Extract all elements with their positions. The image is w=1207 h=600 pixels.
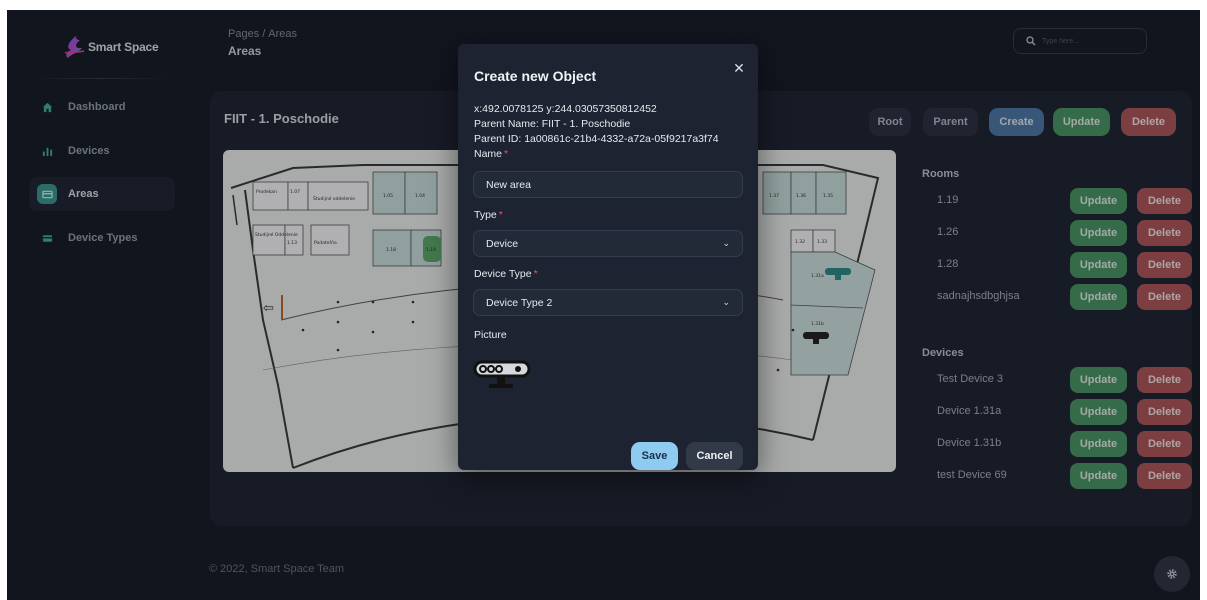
device-type-label: Device Type *: [474, 268, 538, 280]
name-label-text: Name: [474, 148, 503, 160]
device-type-select[interactable]: Device Type 2 ⌄: [473, 289, 743, 316]
device-type-label-text: Device Type: [474, 268, 532, 280]
close-icon[interactable]: ✕: [731, 60, 747, 76]
name-label: Name *: [474, 148, 508, 160]
name-input[interactable]: New area: [473, 171, 743, 198]
required-mark: *: [504, 148, 509, 160]
coordinates-text: x:492.0078125 y:244.03057350812452: [474, 103, 657, 115]
type-label-text: Type: [474, 209, 497, 221]
cancel-button[interactable]: Cancel: [686, 442, 743, 470]
device-type-select-value: Device Type 2: [486, 296, 553, 309]
chevron-down-icon: ⌄: [722, 297, 730, 307]
save-button[interactable]: Save: [631, 442, 678, 470]
dialog-title: Create new Object: [474, 68, 597, 84]
parent-name-text: Parent Name: FIIT - 1. Poschodie: [474, 118, 631, 130]
create-object-dialog: Create new Object ✕ x:492.0078125 y:244.…: [458, 44, 758, 470]
required-mark: *: [498, 209, 503, 221]
app-window: Smart Space Dashboard Devices Areas Devi…: [7, 10, 1200, 600]
type-label: Type *: [474, 209, 503, 221]
chevron-down-icon: ⌄: [722, 238, 730, 248]
type-select[interactable]: Device ⌄: [473, 230, 743, 257]
required-mark: *: [533, 268, 538, 280]
picture-label: Picture: [474, 329, 507, 341]
device-picture-icon[interactable]: [473, 356, 533, 396]
parent-id-text: Parent ID: 1a00861c-21b4-4332-a72a-05f92…: [474, 133, 719, 145]
name-input-value: New area: [486, 178, 531, 191]
type-select-value: Device: [486, 237, 519, 250]
